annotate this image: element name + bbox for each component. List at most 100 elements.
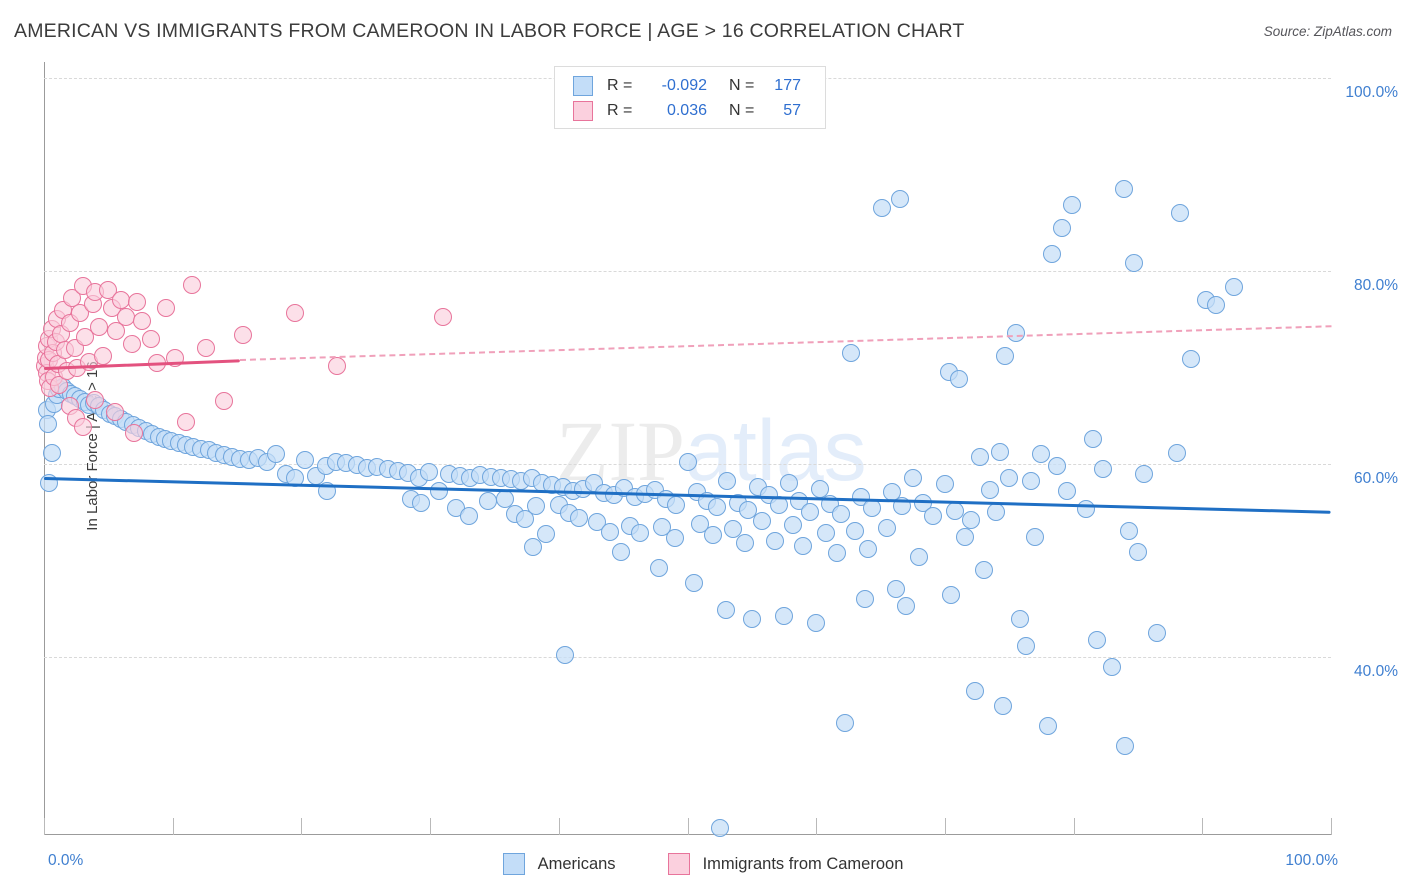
data-point bbox=[38, 415, 57, 434]
series-legend: Americans Immigrants from Cameroon bbox=[0, 849, 1406, 879]
data-point bbox=[753, 511, 772, 530]
data-point bbox=[991, 443, 1010, 462]
series-label-immigrants: Immigrants from Cameroon bbox=[702, 854, 904, 873]
data-point bbox=[856, 590, 875, 609]
data-point bbox=[197, 339, 216, 358]
data-point bbox=[970, 448, 989, 467]
data-point bbox=[974, 561, 993, 580]
data-point bbox=[601, 522, 620, 541]
data-point bbox=[794, 537, 813, 556]
data-point bbox=[215, 392, 234, 411]
data-point bbox=[556, 646, 575, 665]
data-point bbox=[132, 312, 151, 331]
data-point bbox=[1181, 349, 1200, 368]
data-point bbox=[141, 329, 160, 348]
data-point bbox=[886, 580, 905, 599]
data-point bbox=[666, 495, 685, 514]
data-point bbox=[841, 344, 860, 363]
data-point bbox=[1006, 323, 1025, 342]
trendline-immigrants-dashed bbox=[239, 325, 1332, 361]
data-point bbox=[950, 370, 969, 389]
data-point bbox=[980, 481, 999, 500]
data-point bbox=[1022, 472, 1041, 491]
data-point bbox=[1128, 542, 1147, 561]
source-label: Source: ZipAtlas.com bbox=[1263, 24, 1392, 39]
data-point bbox=[993, 697, 1012, 716]
data-point bbox=[630, 524, 649, 543]
r-label-immigrants: R = bbox=[607, 102, 633, 119]
data-point bbox=[987, 503, 1006, 522]
data-point bbox=[1000, 469, 1019, 488]
y-tick-label-80: 80.0% bbox=[1354, 277, 1398, 294]
data-point bbox=[1087, 630, 1106, 649]
data-point bbox=[961, 510, 980, 529]
data-point bbox=[1077, 500, 1096, 519]
data-point bbox=[1225, 278, 1244, 297]
data-point bbox=[890, 189, 909, 208]
data-point bbox=[1063, 196, 1082, 215]
data-point bbox=[1010, 610, 1029, 629]
data-point bbox=[1103, 657, 1122, 676]
data-point bbox=[831, 505, 850, 524]
data-point bbox=[708, 498, 727, 517]
data-point bbox=[650, 559, 669, 578]
data-point bbox=[877, 518, 896, 537]
data-point bbox=[862, 499, 881, 518]
data-point bbox=[570, 509, 589, 528]
series-legend-item-immigrants[interactable]: Immigrants from Cameroon bbox=[667, 853, 904, 875]
data-point bbox=[935, 475, 954, 494]
data-point bbox=[684, 573, 703, 592]
data-point bbox=[1016, 637, 1035, 656]
data-point bbox=[183, 275, 201, 294]
data-point bbox=[817, 523, 836, 542]
r-value-americans: -0.092 bbox=[661, 77, 707, 94]
x-tick-80 bbox=[1073, 818, 1075, 835]
x-tick-70 bbox=[944, 818, 946, 835]
data-point bbox=[807, 614, 826, 633]
r-label-americans: R = bbox=[607, 77, 633, 94]
y-tick-label-60: 60.0% bbox=[1354, 470, 1398, 487]
correlation-row-americans: R = -0.092 N = 177 bbox=[573, 73, 801, 99]
legend-swatch-immigrants bbox=[573, 101, 593, 121]
data-point bbox=[94, 346, 113, 365]
data-point bbox=[1148, 623, 1167, 642]
data-point bbox=[430, 482, 449, 501]
legend-swatch-americans bbox=[573, 76, 593, 96]
data-point bbox=[479, 491, 497, 510]
n-label-immigrants: N = bbox=[729, 102, 755, 119]
data-point bbox=[784, 515, 803, 534]
data-point bbox=[1171, 204, 1190, 223]
data-point bbox=[1058, 482, 1077, 501]
n-label-americans: N = bbox=[729, 77, 755, 94]
data-point bbox=[459, 507, 478, 526]
data-point bbox=[234, 325, 253, 344]
data-point bbox=[872, 199, 891, 218]
trendline-americans bbox=[43, 476, 1332, 514]
data-point bbox=[665, 529, 684, 548]
gridline-40 bbox=[44, 657, 1331, 658]
x-tick-60 bbox=[816, 818, 818, 835]
data-point bbox=[766, 532, 785, 551]
plot-area: ZIPatlas bbox=[36, 62, 1332, 837]
y-tick-label-40: 40.0% bbox=[1354, 663, 1398, 680]
page-title: AMERICAN VS IMMIGRANTS FROM CAMEROON IN … bbox=[14, 20, 965, 42]
data-point bbox=[526, 497, 545, 516]
gridline-80 bbox=[44, 271, 1331, 272]
data-point bbox=[827, 543, 846, 562]
data-point bbox=[835, 713, 854, 732]
data-point bbox=[176, 412, 195, 431]
n-value-americans: 177 bbox=[774, 77, 801, 94]
x-tick-10 bbox=[172, 818, 174, 835]
data-point bbox=[73, 418, 92, 437]
series-legend-item-americans[interactable]: Americans bbox=[502, 853, 616, 875]
data-point bbox=[296, 451, 315, 470]
data-point bbox=[90, 317, 109, 336]
data-point bbox=[956, 528, 975, 547]
data-point bbox=[924, 507, 943, 526]
data-point bbox=[710, 818, 729, 837]
n-value-immigrants: 57 bbox=[783, 102, 801, 119]
data-point bbox=[419, 462, 438, 481]
data-point bbox=[742, 610, 761, 629]
series-swatch-immigrants bbox=[667, 853, 690, 875]
x-tick-100 bbox=[1331, 818, 1332, 835]
